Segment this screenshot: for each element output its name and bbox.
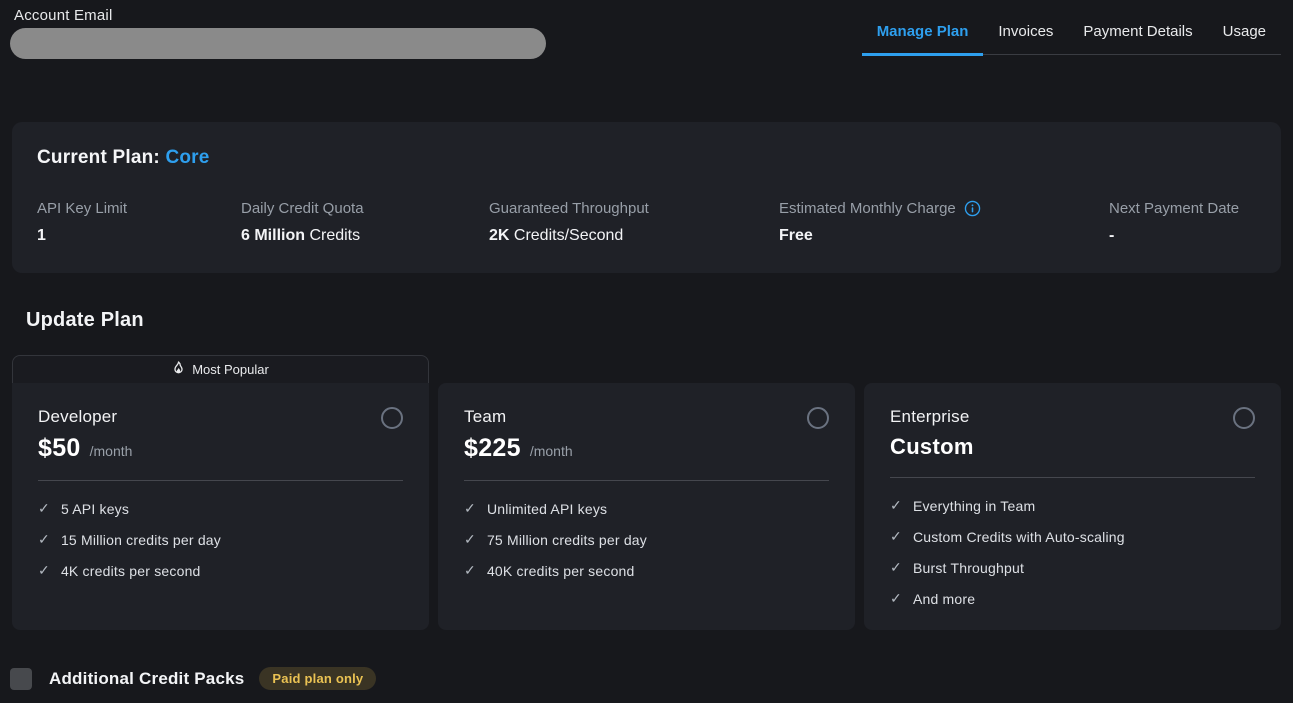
stat-value: - [1109, 227, 1261, 245]
stat-value: 6 Million Credits [241, 227, 489, 245]
plan-features: ✓Unlimited API keys ✓75 Million credits … [464, 500, 829, 579]
plan-cards-row: Most Popular Developer $50 /month ✓5 API… [12, 355, 1281, 630]
plan-period: /month [90, 443, 133, 459]
stat-label: Estimated Monthly Charge [779, 200, 1109, 217]
plan-card-team-wrap: Team $225 /month ✓Unlimited API keys ✓75… [438, 383, 855, 630]
current-plan-stats: API Key Limit 1 Daily Credit Quota 6 Mil… [37, 200, 1261, 245]
check-icon: ✓ [890, 559, 902, 576]
stat-label: Daily Credit Quota [241, 200, 489, 217]
stat-value: 1 [37, 227, 241, 245]
tab-invoices[interactable]: Invoices [983, 17, 1068, 54]
divider [890, 477, 1255, 478]
tab-usage[interactable]: Usage [1208, 17, 1281, 54]
current-plan-name: Core [165, 147, 209, 168]
most-popular-badge: Most Popular [12, 355, 429, 383]
plan-radio-team[interactable] [807, 407, 829, 429]
plan-price: $50 [38, 434, 81, 463]
check-icon: ✓ [464, 562, 476, 579]
plan-card-enterprise-wrap: Enterprise Custom ✓Everything in Team ✓C… [864, 383, 1281, 630]
stat-estimated-monthly-charge: Estimated Monthly Charge Free [779, 200, 1109, 245]
tab-manage-plan[interactable]: Manage Plan [862, 17, 984, 56]
paid-plan-only-badge: Paid plan only [259, 667, 376, 690]
credit-packs-label: Additional Credit Packs [49, 669, 244, 689]
stat-daily-credit-quota: Daily Credit Quota 6 Million Credits [241, 200, 489, 245]
divider [464, 480, 829, 481]
plan-price: Custom [890, 434, 974, 460]
plan-card-enterprise[interactable]: Enterprise Custom ✓Everything in Team ✓C… [864, 383, 1281, 630]
check-icon: ✓ [464, 531, 476, 548]
plan-price: $225 [464, 434, 521, 463]
plan-card-developer[interactable]: Developer $50 /month ✓5 API keys ✓15 Mil… [12, 383, 429, 630]
stat-next-payment-date: Next Payment Date - [1109, 200, 1261, 245]
most-popular-label: Most Popular [192, 362, 269, 377]
feature-item: ✓And more [890, 590, 1255, 607]
check-icon: ✓ [38, 531, 50, 548]
plan-name: Team [464, 407, 506, 427]
check-icon: ✓ [38, 500, 50, 517]
credit-packs-checkbox[interactable] [10, 668, 32, 690]
tab-payment-details[interactable]: Payment Details [1068, 17, 1207, 54]
feature-item: ✓5 API keys [38, 500, 403, 517]
stat-api-key-limit: API Key Limit 1 [37, 200, 241, 245]
plan-card-developer-wrap: Most Popular Developer $50 /month ✓5 API… [12, 355, 429, 630]
check-icon: ✓ [890, 590, 902, 607]
tab-bar: Manage Plan Invoices Payment Details Usa… [862, 17, 1281, 55]
additional-credit-packs-row: Additional Credit Packs Paid plan only [10, 667, 376, 690]
check-icon: ✓ [38, 562, 50, 579]
stat-label: Next Payment Date [1109, 200, 1261, 217]
flame-icon [172, 361, 185, 378]
plan-name: Enterprise [890, 407, 969, 427]
plan-card-team[interactable]: Team $225 /month ✓Unlimited API keys ✓75… [438, 383, 855, 630]
feature-item: ✓40K credits per second [464, 562, 829, 579]
stat-guaranteed-throughput: Guaranteed Throughput 2K Credits/Second [489, 200, 779, 245]
current-plan-title-prefix: Current Plan: [37, 147, 165, 168]
feature-item: ✓Unlimited API keys [464, 500, 829, 517]
stat-label: API Key Limit [37, 200, 241, 217]
feature-item: ✓15 Million credits per day [38, 531, 403, 548]
check-icon: ✓ [890, 528, 902, 545]
plan-period: /month [530, 443, 573, 459]
current-plan-title: Current Plan: Core [37, 147, 210, 169]
divider [38, 480, 403, 481]
feature-item: ✓Burst Throughput [890, 559, 1255, 576]
feature-item: ✓4K credits per second [38, 562, 403, 579]
account-email-input[interactable] [10, 28, 546, 59]
stat-value: 2K Credits/Second [489, 227, 779, 245]
account-email-label: Account Email [14, 7, 112, 24]
plan-radio-enterprise[interactable] [1233, 407, 1255, 429]
plan-features: ✓5 API keys ✓15 Million credits per day … [38, 500, 403, 579]
plan-name: Developer [38, 407, 117, 427]
plan-radio-developer[interactable] [381, 407, 403, 429]
feature-item: ✓Custom Credits with Auto-scaling [890, 528, 1255, 545]
stat-label: Guaranteed Throughput [489, 200, 779, 217]
check-icon: ✓ [464, 500, 476, 517]
info-icon[interactable] [964, 200, 981, 217]
current-plan-card: Current Plan: Core API Key Limit 1 Daily… [12, 122, 1281, 273]
plan-features: ✓Everything in Team ✓Custom Credits with… [890, 497, 1255, 607]
stat-value: Free [779, 227, 1109, 245]
feature-item: ✓75 Million credits per day [464, 531, 829, 548]
update-plan-heading: Update Plan [26, 309, 144, 332]
check-icon: ✓ [890, 497, 902, 514]
feature-item: ✓Everything in Team [890, 497, 1255, 514]
